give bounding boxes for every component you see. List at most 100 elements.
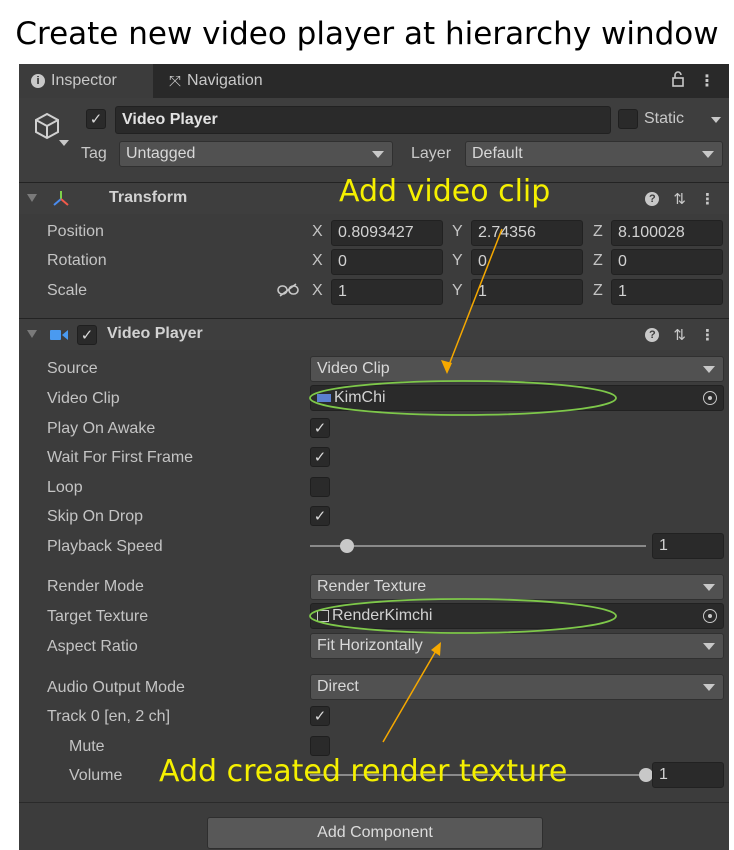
help-icon[interactable]: ? [645, 328, 660, 342]
chevron-down-icon [703, 643, 715, 650]
kebab-menu-icon[interactable]: ⋮ [700, 326, 715, 344]
position-label: Position [47, 223, 104, 240]
aspect-ratio-label: Aspect Ratio [47, 638, 138, 655]
loop-checkbox[interactable] [310, 477, 330, 497]
kebab-menu-icon[interactable]: ⋮ [700, 190, 715, 208]
rotation-y-field[interactable]: 0 [471, 249, 583, 275]
audio-output-mode-dropdown[interactable]: Direct [310, 674, 724, 700]
playback-speed-knob[interactable] [339, 539, 354, 553]
position-z-axis: Z [593, 223, 603, 240]
position-y-axis: Y [452, 223, 463, 240]
tab-inspector[interactable]: i Inspector [19, 64, 153, 98]
object-picker-icon[interactable] [703, 609, 717, 623]
kebab-menu-icon[interactable]: ⋮ [699, 71, 715, 91]
object-name-field[interactable]: Video Player [115, 106, 611, 134]
rotation-x-axis: X [312, 252, 323, 269]
track0-label: Track 0 [en, 2 ch] [47, 708, 171, 725]
target-texture-value: RenderKimchi [332, 607, 433, 624]
scale-y-field[interactable]: 1 [471, 279, 583, 305]
playback-speed-field[interactable]: 1 [652, 533, 724, 559]
foldout-arrow-icon[interactable] [27, 194, 37, 202]
source-dropdown[interactable]: Video Clip [310, 356, 724, 382]
wait-first-frame-checkbox[interactable]: ✓ [310, 447, 330, 467]
playback-speed-slider[interactable] [310, 536, 646, 556]
transform-tools: ? ⇅ ⋮ [645, 183, 715, 215]
video-player-icon [50, 330, 68, 340]
scale-y-value: 1 [478, 283, 487, 300]
navigation-icon: ⤧ [169, 72, 182, 90]
inspector-footer: Add Component [19, 802, 729, 850]
position-y-field[interactable]: 2.74356 [471, 220, 583, 246]
tab-tools: ⋮ [671, 64, 715, 98]
rotation-x-value: 0 [338, 253, 347, 270]
scale-x-field[interactable]: 1 [331, 279, 443, 305]
tab-navigation-label: Navigation [187, 72, 263, 89]
position-z-field[interactable]: 8.100028 [611, 220, 723, 246]
active-checkbox[interactable]: ✓ [86, 109, 106, 129]
position-x-field[interactable]: 0.8093427 [331, 220, 443, 246]
target-texture-field[interactable]: RenderKimchi [310, 603, 724, 629]
tab-navigation[interactable]: ⤧ Navigation [157, 64, 275, 98]
loop-label: Loop [47, 479, 83, 496]
skip-on-drop-label: Skip On Drop [47, 508, 144, 525]
object-name-value: Video Player [122, 111, 218, 128]
tag-dropdown[interactable]: Untagged [119, 141, 393, 167]
rotation-z-axis: Z [593, 252, 603, 269]
aspect-ratio-value: Fit Horizontally [317, 637, 423, 654]
tab-inspector-label: Inspector [51, 72, 117, 89]
playback-speed-track [310, 545, 646, 547]
add-video-clip-annotation: Add video clip [339, 174, 551, 209]
track0-checkbox[interactable]: ✓ [310, 706, 330, 726]
static-checkbox[interactable] [618, 109, 638, 129]
chevron-down-icon [372, 151, 384, 158]
foldout-arrow-icon[interactable] [27, 330, 37, 338]
aspect-ratio-dropdown[interactable]: Fit Horizontally [310, 633, 724, 659]
video-clip-label: Video Clip [47, 390, 120, 407]
add-component-button[interactable]: Add Component [207, 817, 543, 849]
volume-label: Volume [69, 767, 123, 784]
tag-value: Untagged [126, 145, 196, 162]
help-icon[interactable]: ? [645, 192, 660, 206]
chevron-down-icon [703, 366, 715, 373]
volume-field[interactable]: 1 [652, 762, 724, 788]
skip-on-drop-checkbox[interactable]: ✓ [310, 506, 330, 526]
mute-label: Mute [69, 738, 105, 755]
source-label: Source [47, 360, 98, 377]
tab-bar: i Inspector ⤧ Navigation ⋮ [19, 64, 729, 98]
video-player-header[interactable]: ✓ Video Player ? ⇅ ⋮ [19, 318, 729, 350]
layer-dropdown[interactable]: Default [465, 141, 723, 167]
audio-output-mode-label: Audio Output Mode [47, 679, 185, 696]
play-on-awake-checkbox[interactable]: ✓ [310, 418, 330, 438]
gameobject-cube-icon[interactable] [31, 110, 63, 142]
presets-icon[interactable]: ⇅ [673, 326, 686, 344]
video-player-enabled-checkbox[interactable]: ✓ [77, 325, 97, 345]
lock-icon[interactable] [671, 70, 685, 92]
position-x-value: 0.8093427 [338, 224, 414, 241]
position-x-axis: X [312, 223, 323, 240]
scale-x-axis: X [312, 282, 323, 299]
transform-title: Transform [109, 189, 188, 206]
constrain-proportions-icon[interactable] [277, 283, 299, 297]
video-clip-asset-icon [317, 394, 331, 402]
render-mode-label: Render Mode [47, 578, 144, 595]
rotation-z-field[interactable]: 0 [611, 249, 723, 275]
rotation-x-field[interactable]: 0 [331, 249, 443, 275]
mute-checkbox[interactable] [310, 736, 330, 756]
video-clip-field[interactable]: KimChi [310, 385, 724, 411]
render-mode-dropdown[interactable]: Render Texture [310, 574, 724, 600]
caption-title: Create new video player at hierarchy win… [15, 16, 719, 52]
inspector-panel: i Inspector ⤧ Navigation ⋮ ✓ Video Playe… [19, 64, 729, 850]
cube-dropdown-icon[interactable] [59, 140, 69, 146]
volume-knob[interactable] [639, 768, 653, 782]
gameobject-header: ✓ Video Player Static Tag Untagged Layer… [19, 98, 729, 182]
audio-output-mode-value: Direct [317, 678, 359, 695]
tag-label: Tag [81, 145, 107, 162]
video-clip-value: KimChi [334, 389, 386, 406]
volume-value: 1 [659, 766, 668, 783]
scale-z-field[interactable]: 1 [611, 279, 723, 305]
static-dropdown-icon[interactable] [711, 117, 721, 123]
target-texture-label: Target Texture [47, 608, 149, 625]
presets-icon[interactable]: ⇅ [673, 190, 686, 208]
scale-z-axis: Z [593, 282, 603, 299]
object-picker-icon[interactable] [703, 391, 717, 405]
